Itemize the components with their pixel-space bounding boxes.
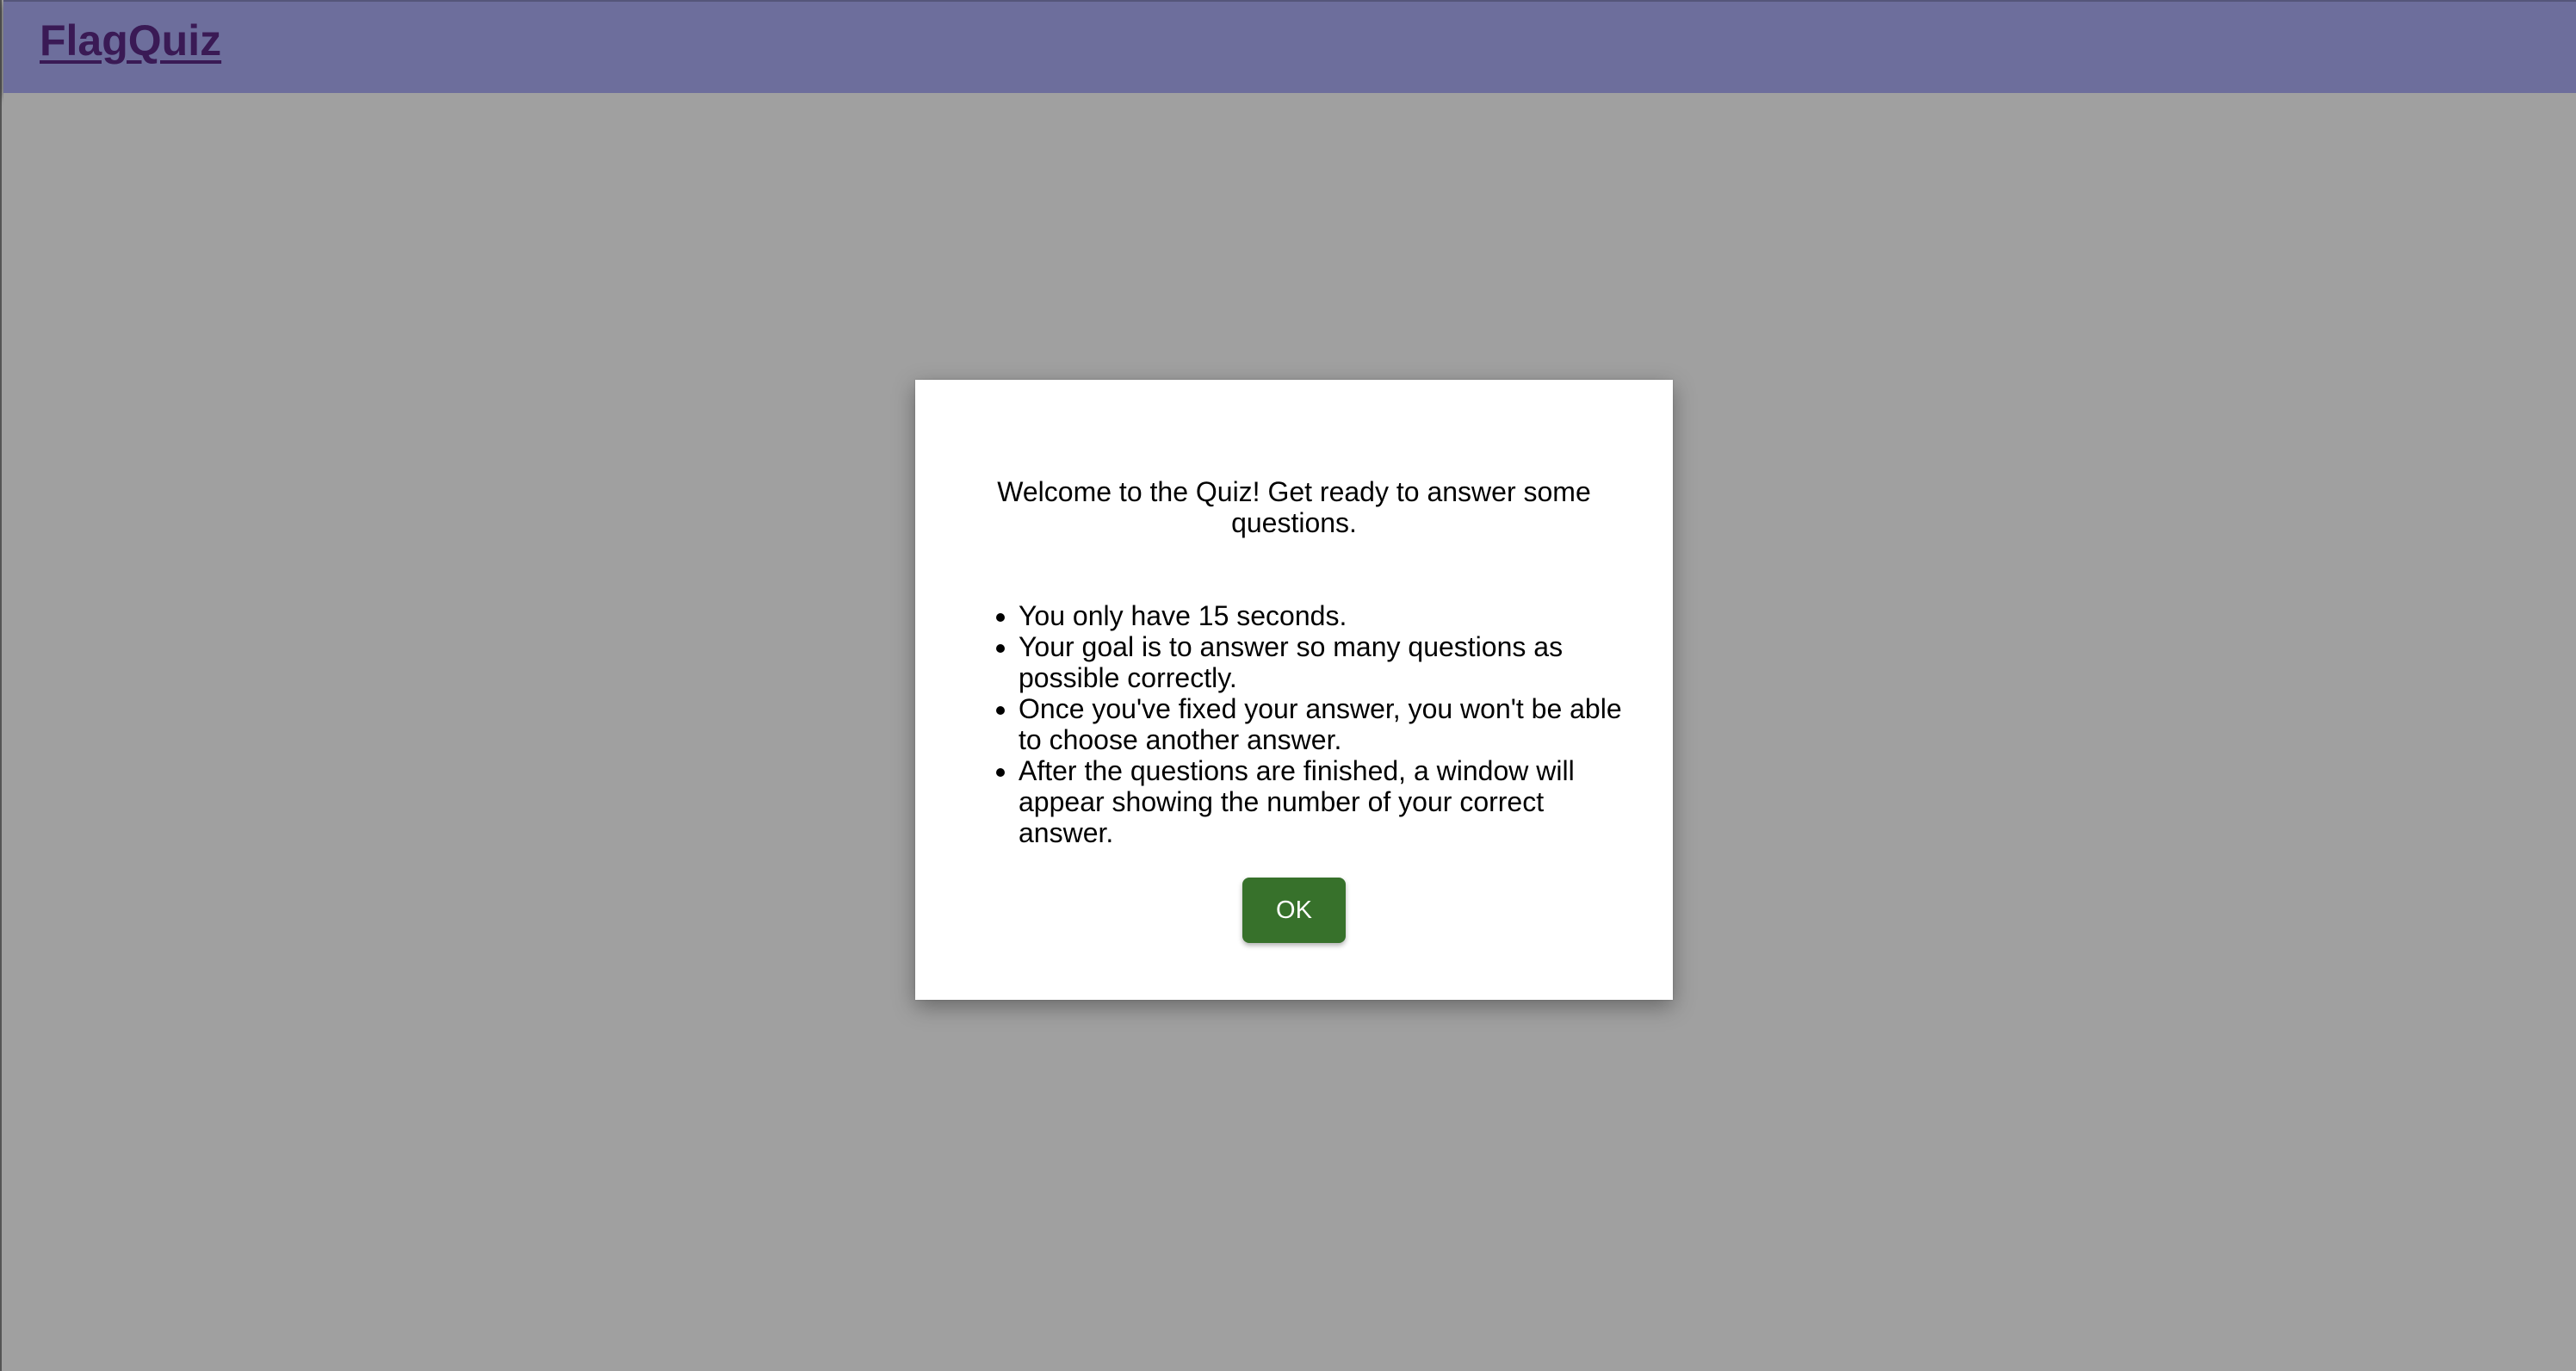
dialog-title: Welcome to the Quiz! Get ready to answer… [997, 476, 1591, 538]
rules-list: You only have 15 seconds. Your goal is t… [963, 600, 1625, 848]
ok-button[interactable]: OK [1242, 878, 1346, 943]
welcome-dialog: Welcome to the Quiz! Get ready to answer… [915, 380, 1673, 1000]
rule-item: After the questions are finished, a wind… [1019, 755, 1625, 848]
page: FlagQuiz Welcome to the Quiz! Get ready … [0, 0, 2576, 1371]
dialog-actions: OK [963, 878, 1625, 943]
app-logo-link[interactable]: FlagQuiz [40, 16, 221, 65]
rule-item: Once you've fixed your answer, you won't… [1019, 693, 1625, 755]
app-header: FlagQuiz [3, 0, 2576, 93]
rule-item: You only have 15 seconds. [1019, 600, 1625, 631]
rule-item: Your goal is to answer so many questions… [1019, 631, 1625, 693]
